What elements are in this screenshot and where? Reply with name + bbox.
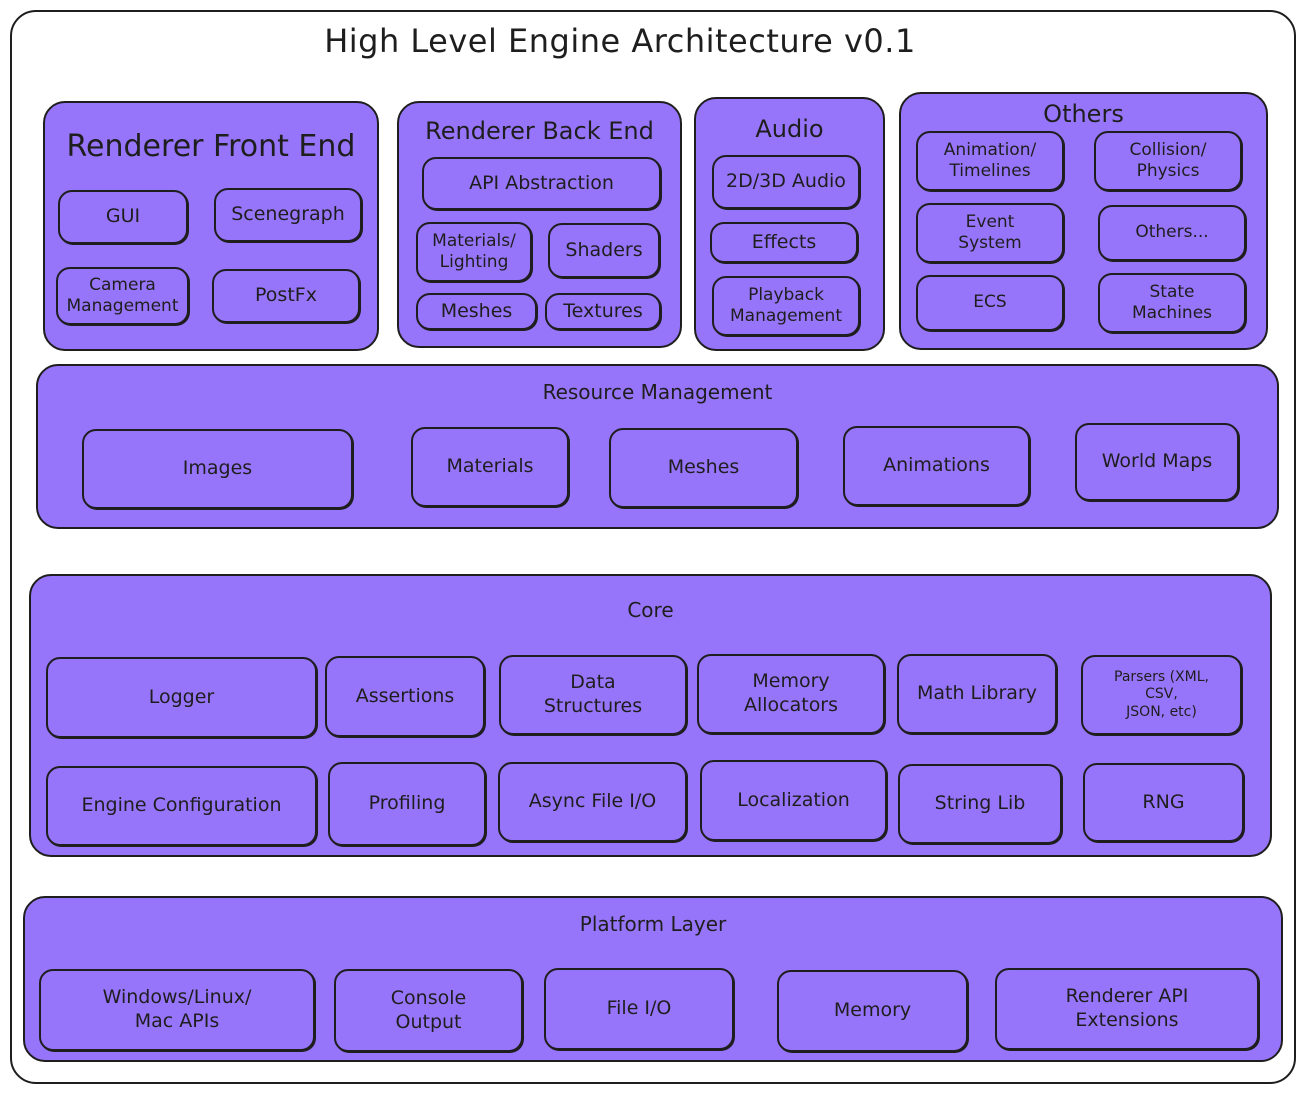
- box-others-more: Others...: [1098, 205, 1246, 261]
- box-profiling: Profiling: [328, 762, 486, 846]
- box-materials: Materials: [411, 427, 569, 507]
- box-async-file-io: Async File I/O: [498, 762, 687, 842]
- box-string-lib: String Lib: [898, 764, 1062, 844]
- box-effects: Effects: [710, 222, 858, 263]
- box-scenegraph: Scenegraph: [214, 188, 362, 242]
- box-camera-management: Camera Management: [56, 267, 189, 325]
- box-ecs: ECS: [916, 275, 1064, 331]
- box-logger: Logger: [46, 657, 317, 738]
- box-images: Images: [82, 429, 353, 509]
- box-collision-physics: Collision/ Physics: [1094, 131, 1242, 191]
- box-os-apis: Windows/Linux/ Mac APIs: [39, 969, 315, 1051]
- box-rng: RNG: [1083, 763, 1244, 842]
- box-2d3d-audio: 2D/3D Audio: [712, 155, 860, 209]
- box-world-maps: World Maps: [1075, 423, 1239, 501]
- box-api-abstraction: API Abstraction: [422, 157, 661, 210]
- box-meshes-resource: Meshes: [609, 428, 798, 508]
- box-file-io: File I/O: [544, 968, 734, 1050]
- box-textures: Textures: [545, 293, 661, 330]
- box-math-library: Math Library: [897, 654, 1057, 734]
- box-animation-timelines: Animation/ Timelines: [916, 131, 1064, 191]
- box-materials-lighting: Materials/ Lighting: [416, 222, 532, 282]
- box-memory-platform: Memory: [777, 970, 968, 1052]
- box-engine-configuration: Engine Configuration: [46, 766, 317, 846]
- diagram-title: High Level Engine Architecture v0.1: [324, 22, 916, 60]
- box-renderer-api-extensions: Renderer API Extensions: [995, 968, 1259, 1050]
- box-parsers: Parsers (XML, CSV, JSON, etc): [1081, 655, 1242, 735]
- group-title-core: Core: [627, 598, 674, 622]
- box-memory-allocators: Memory Allocators: [697, 654, 885, 734]
- box-shaders: Shaders: [548, 223, 660, 278]
- box-animations: Animations: [843, 426, 1030, 506]
- group-title-platform-layer: Platform Layer: [579, 912, 727, 936]
- box-postfx: PostFx: [212, 269, 360, 323]
- box-assertions: Assertions: [325, 656, 485, 737]
- box-localization: Localization: [700, 760, 887, 841]
- group-title-audio: Audio: [755, 115, 824, 143]
- box-meshes-backend: Meshes: [416, 293, 537, 330]
- box-gui: GUI: [58, 190, 188, 244]
- box-playback-management: Playback Management: [712, 276, 860, 336]
- group-title-others: Others: [1043, 100, 1124, 128]
- box-console-output: Console Output: [334, 969, 523, 1052]
- box-data-structures: Data Structures: [499, 655, 687, 735]
- group-title-renderer-back-end: Renderer Back End: [425, 117, 654, 145]
- group-title-resource-management: Resource Management: [542, 380, 773, 404]
- box-state-machines: State Machines: [1098, 273, 1246, 333]
- group-title-renderer-front-end: Renderer Front End: [66, 129, 356, 164]
- box-event-system: Event System: [916, 203, 1064, 263]
